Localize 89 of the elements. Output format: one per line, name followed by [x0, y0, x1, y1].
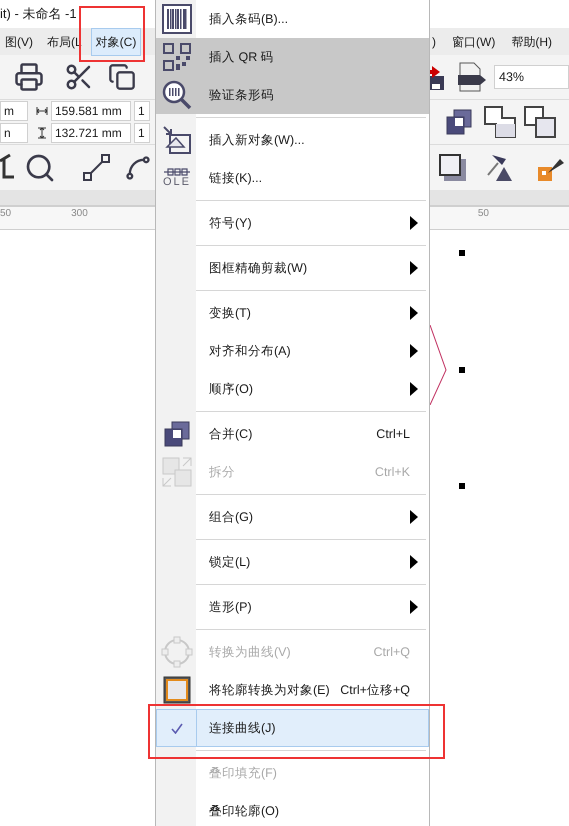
menu-item[interactable]: 图框精确剪裁(W): [156, 249, 429, 287]
menu-item[interactable]: 验证条形码: [156, 76, 429, 114]
menu-item[interactable]: 插入条码(B)...: [156, 0, 429, 38]
submenu-arrow-icon: [410, 344, 418, 358]
scale-field[interactable]: 1: [134, 123, 150, 143]
shortcut-text: Ctrl+K: [374, 464, 410, 481]
submenu-arrow-icon: [410, 555, 418, 569]
submenu-arrow-icon: [410, 261, 418, 275]
circle-nodes-icon: [161, 636, 193, 668]
insert-object-icon: [162, 125, 192, 155]
intersect-icon[interactable]: [524, 106, 556, 138]
menu-item-label: 叠印填充(F): [209, 764, 278, 782]
shadow-tool-icon[interactable]: [438, 152, 468, 182]
menu-item-label: 顺序(O): [209, 380, 254, 398]
magnifier-icon: [162, 80, 192, 110]
check-icon: [170, 722, 182, 734]
ruler-label: 300: [71, 207, 88, 221]
window-title: it) - 未命名 -1: [0, 5, 77, 24]
menu-item-label: 合并(C): [209, 426, 254, 443]
menu-bar-item[interactable]: ): [427, 28, 441, 56]
menu-item[interactable]: 将轮廓转换为对象(E) Ctrl+位移+Q: [156, 671, 429, 709]
menu-item-label: 连接曲线(J): [209, 720, 277, 737]
combine-icon[interactable]: [446, 109, 472, 135]
menu-item[interactable]: 连接曲线(J): [156, 709, 429, 747]
height-field[interactable]: 132.721 mm: [51, 123, 131, 143]
zoom-tool-icon[interactable]: [24, 152, 56, 184]
menu-item[interactable]: 叠印轮廓(O): [156, 792, 429, 826]
selection-handle[interactable]: [459, 483, 465, 489]
ruler-label: 50: [478, 207, 489, 221]
width-arrow-icon: [36, 107, 48, 115]
printer-icon[interactable]: [14, 62, 44, 92]
menu-item-label: 验证条形码: [209, 86, 275, 104]
shortcut-text: Ctrl+位移+Q: [340, 682, 410, 699]
menu-item-label: 将轮廓转换为对象(E): [209, 682, 331, 699]
ruler-label: 50: [0, 207, 12, 221]
menu-item-label: 对齐和分布(A): [209, 342, 292, 360]
menu-bar-item[interactable]: 帮助(H): [506, 28, 557, 56]
scale-field[interactable]: 1: [134, 101, 150, 121]
copy-icon[interactable]: [108, 63, 136, 91]
menu-bar-item[interactable]: 窗口(W): [447, 28, 500, 56]
menu-bar-item[interactable]: 图(V): [0, 28, 38, 56]
submenu-arrow-icon: [410, 216, 418, 230]
menu-item[interactable]: 插入新对象(W)...: [156, 121, 429, 159]
curve-tool-icon[interactable]: [124, 154, 152, 182]
menu-item-label: 组合(G): [209, 508, 254, 526]
weld-icon[interactable]: [484, 106, 516, 138]
pdf-file-icon[interactable]: [456, 61, 488, 93]
selection-handle[interactable]: [459, 367, 465, 373]
zoom-field[interactable]: 43%: [494, 65, 569, 89]
width-field[interactable]: 159.581 mm: [51, 101, 131, 121]
menu-item-label: 造形(P): [209, 598, 253, 616]
combine-icon: [164, 421, 190, 447]
menu-item-label: 拆分: [209, 464, 236, 481]
menu-item-label: 图框精确剪裁(W): [209, 260, 308, 277]
submenu-arrow-icon: [410, 600, 418, 614]
barcode-icon: [162, 4, 192, 34]
menu-item[interactable]: 插入 QR 码: [156, 38, 429, 76]
submenu-arrow-icon: [410, 306, 418, 320]
menu-item[interactable]: 变换(T): [156, 294, 429, 332]
menu-item[interactable]: 造形(P): [156, 588, 429, 626]
break-apart-icon: [161, 456, 193, 488]
menu-item-label: 插入新对象(W)...: [209, 132, 306, 149]
shortcut-text: Ctrl+L: [376, 426, 410, 443]
menu-item-label: 链接(K)...: [209, 170, 264, 187]
menu-item[interactable]: OLE 链接(K)...: [156, 159, 429, 197]
menu-item-label: 插入条码(B)...: [209, 10, 290, 28]
menu-item-label: 锁定(L): [209, 554, 252, 571]
menu-item-label: 叠印轮廓(O): [209, 802, 280, 820]
line-tool-icon[interactable]: [82, 152, 112, 182]
menu-item[interactable]: 组合(G): [156, 498, 429, 536]
menu-item[interactable]: 对齐和分布(A): [156, 332, 429, 370]
size-field[interactable]: n: [0, 123, 28, 143]
submenu-arrow-icon: [410, 382, 418, 396]
submenu-arrow-icon: [410, 510, 418, 524]
menu-item-label: 变换(T): [209, 304, 252, 322]
menu-bar-item[interactable]: 对象(C): [90, 28, 142, 56]
selection-handle[interactable]: [459, 250, 465, 256]
menu-item[interactable]: 符号(Y): [156, 204, 429, 242]
height-arrow-icon: [36, 127, 48, 139]
menu-item[interactable]: 顺序(O): [156, 370, 429, 408]
menu-item-label: 符号(Y): [209, 214, 253, 232]
menu-item[interactable]: 合并(C) Ctrl+L: [156, 415, 429, 453]
menu-item-label: 插入 QR 码: [209, 48, 275, 66]
qr-code-icon: [162, 42, 192, 72]
menu-item[interactable]: 锁定(L): [156, 543, 429, 581]
outline-square-icon: [162, 675, 192, 705]
menu-item-label: 转换为曲线(V): [209, 644, 292, 661]
shortcut-text: Ctrl+Q: [374, 644, 410, 661]
size-field[interactable]: m: [0, 101, 28, 121]
